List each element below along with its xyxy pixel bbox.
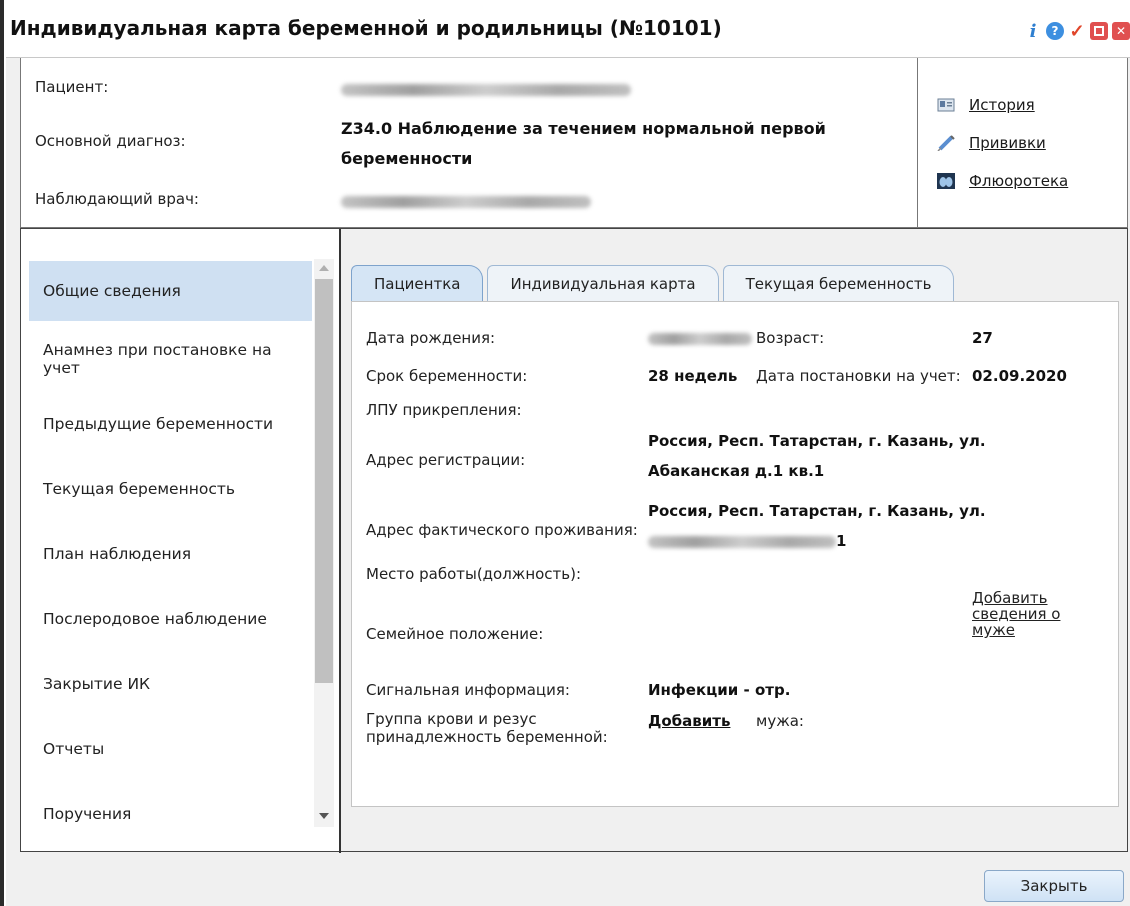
- nav-item-label: Поручения: [43, 804, 132, 823]
- term-label: Срок беременности:: [366, 367, 528, 385]
- reg-address-label: Адрес регистрации:: [366, 451, 526, 469]
- add-blood-group-link[interactable]: Добавить: [648, 706, 730, 736]
- nav-item-previous-pregnancies[interactable]: Предыдущие беременности: [29, 391, 312, 456]
- birth-date-redacted: [648, 323, 752, 353]
- signal-info-label: Сигнальная информация:: [366, 681, 570, 699]
- title-bar: Индивидуальная карта беременной и родиль…: [6, 0, 1130, 58]
- nav-item-label: Общие сведения: [43, 282, 181, 300]
- card-window: Индивидуальная карта беременной и родиль…: [6, 0, 1130, 906]
- patient-tab-content: Дата рождения: Возраст: 27 Срок беременн…: [351, 301, 1119, 807]
- term-value: 28 недель: [648, 367, 738, 385]
- diagnosis-value: Z34.0 Наблюдение за течением нормальной …: [341, 119, 826, 168]
- tab-individual-card[interactable]: Индивидуальная карта: [487, 265, 719, 301]
- tab-bar: Пациентка Индивидуальная карта Текущая б…: [351, 265, 958, 301]
- left-window-edge: [0, 0, 4, 906]
- add-husband-line2: сведения о: [972, 605, 1061, 623]
- patient-name-redacted: [341, 80, 631, 98]
- nav-item-observation-plan[interactable]: План наблюдения: [29, 521, 312, 586]
- doctor-label: Наблюдающий врач:: [35, 190, 199, 208]
- nav-item-label: Отчеты: [43, 739, 105, 758]
- diagnosis-label: Основной диагноз:: [35, 132, 186, 150]
- minimize-icon[interactable]: [1090, 22, 1108, 40]
- nav-item-label: Текущая беременность: [43, 479, 236, 498]
- nav-item-label: Закрытие ИК: [43, 674, 151, 693]
- actual-address-tail: 1: [836, 532, 847, 550]
- actual-address-line2: 1: [648, 526, 846, 556]
- tab-current-pregnancy[interactable]: Текущая беременность: [722, 265, 955, 301]
- blood-group-label-line2: принадлежность беременной:: [366, 728, 608, 746]
- reg-date-label: Дата постановки на учет:: [756, 367, 961, 385]
- close-button[interactable]: Закрыть: [984, 870, 1124, 902]
- nav-item-label: Послеродовое наблюдение: [43, 609, 267, 628]
- title-bar-icons: i ? ✓ ✕: [1024, 21, 1130, 42]
- nav-item-current-pregnancy[interactable]: Текущая беременность: [29, 456, 312, 521]
- scroll-down-arrow-icon[interactable]: [319, 813, 329, 819]
- nav-item-label: Предыдущие беременности: [43, 414, 274, 433]
- nav-item-label: Анамнез при постановке на учет: [43, 340, 272, 377]
- nav-item-reports[interactable]: Отчеты: [29, 716, 312, 781]
- history-link[interactable]: История: [937, 96, 1035, 114]
- content-area: Пациентка Индивидуальная карта Текущая б…: [341, 229, 1127, 851]
- lpu-label: ЛПУ прикрепления:: [366, 401, 522, 419]
- nav-item-anamnesis[interactable]: Анамнез при постановке на учет: [29, 326, 312, 391]
- syringe-icon: [937, 135, 955, 151]
- reg-address-line2: Абаканская д.1 кв.1: [648, 462, 825, 480]
- family-status-label: Семейное положение:: [366, 625, 544, 643]
- window-title: Индивидуальная карта беременной и родиль…: [10, 16, 722, 40]
- age-label: Возраст:: [756, 329, 825, 347]
- section-nav: Общие сведения Анамнез при постановке на…: [29, 261, 312, 846]
- help-icon[interactable]: ?: [1046, 22, 1064, 40]
- close-icon[interactable]: ✕: [1112, 22, 1130, 40]
- husband-blood-label: мужа:: [756, 712, 804, 730]
- vaccinations-link-label[interactable]: Прививки: [969, 134, 1046, 152]
- history-card-icon: [937, 98, 955, 112]
- history-link-label[interactable]: История: [969, 96, 1035, 114]
- blood-group-label-line1: Группа крови и резус: [366, 710, 537, 728]
- patient-label: Пациент:: [35, 78, 109, 96]
- tab-patient[interactable]: Пациентка: [351, 265, 484, 301]
- actual-address-line1: Россия, Респ. Татарстан, г. Казань, ул.: [648, 502, 986, 520]
- vaccinations-link[interactable]: Прививки: [937, 134, 1046, 152]
- add-husband-line1: Добавить: [972, 589, 1048, 607]
- lungs-icon: [937, 173, 955, 189]
- header-divider: [917, 58, 918, 228]
- reg-date-value: 02.09.2020: [972, 367, 1067, 385]
- fluorotheque-link-label[interactable]: Флюоротека: [969, 172, 1068, 190]
- age-value: 27: [972, 329, 993, 347]
- reg-address-line1: Россия, Респ. Татарстан, г. Казань, ул.: [648, 432, 986, 450]
- nav-item-label: План наблюдения: [43, 544, 192, 563]
- main-panel: Общие сведения Анамнез при постановке на…: [20, 228, 1128, 853]
- nav-scrollbar[interactable]: [314, 259, 334, 827]
- fluorotheque-link[interactable]: Флюоротека: [937, 172, 1068, 190]
- patient-header-panel: Пациент: Основной диагноз: Z34.0 Наблюде…: [20, 58, 1128, 228]
- actual-address-label: Адрес фактического проживания:: [366, 521, 638, 539]
- nav-item-close-card[interactable]: Закрытие ИК: [29, 651, 312, 716]
- check-icon[interactable]: ✓: [1068, 21, 1086, 42]
- scroll-up-arrow-icon[interactable]: [319, 265, 329, 271]
- info-icon[interactable]: i: [1024, 21, 1042, 42]
- birth-date-label: Дата рождения:: [366, 329, 496, 347]
- scrollbar-thumb[interactable]: [315, 279, 333, 683]
- add-husband-line3: муже: [972, 621, 1015, 639]
- add-husband-link[interactable]: Добавить сведения о муже: [972, 590, 1060, 638]
- work-label: Место работы(должность):: [366, 565, 582, 583]
- nav-item-postpartum[interactable]: Послеродовое наблюдение: [29, 586, 312, 651]
- signal-info-value: Инфекции - отр.: [648, 681, 791, 699]
- nav-item-assignments[interactable]: Поручения: [29, 781, 312, 846]
- nav-item-general[interactable]: Общие сведения: [29, 261, 312, 321]
- blood-group-label: Группа крови и резус принадлежность бере…: [366, 710, 608, 746]
- doctor-name-redacted: [341, 192, 591, 210]
